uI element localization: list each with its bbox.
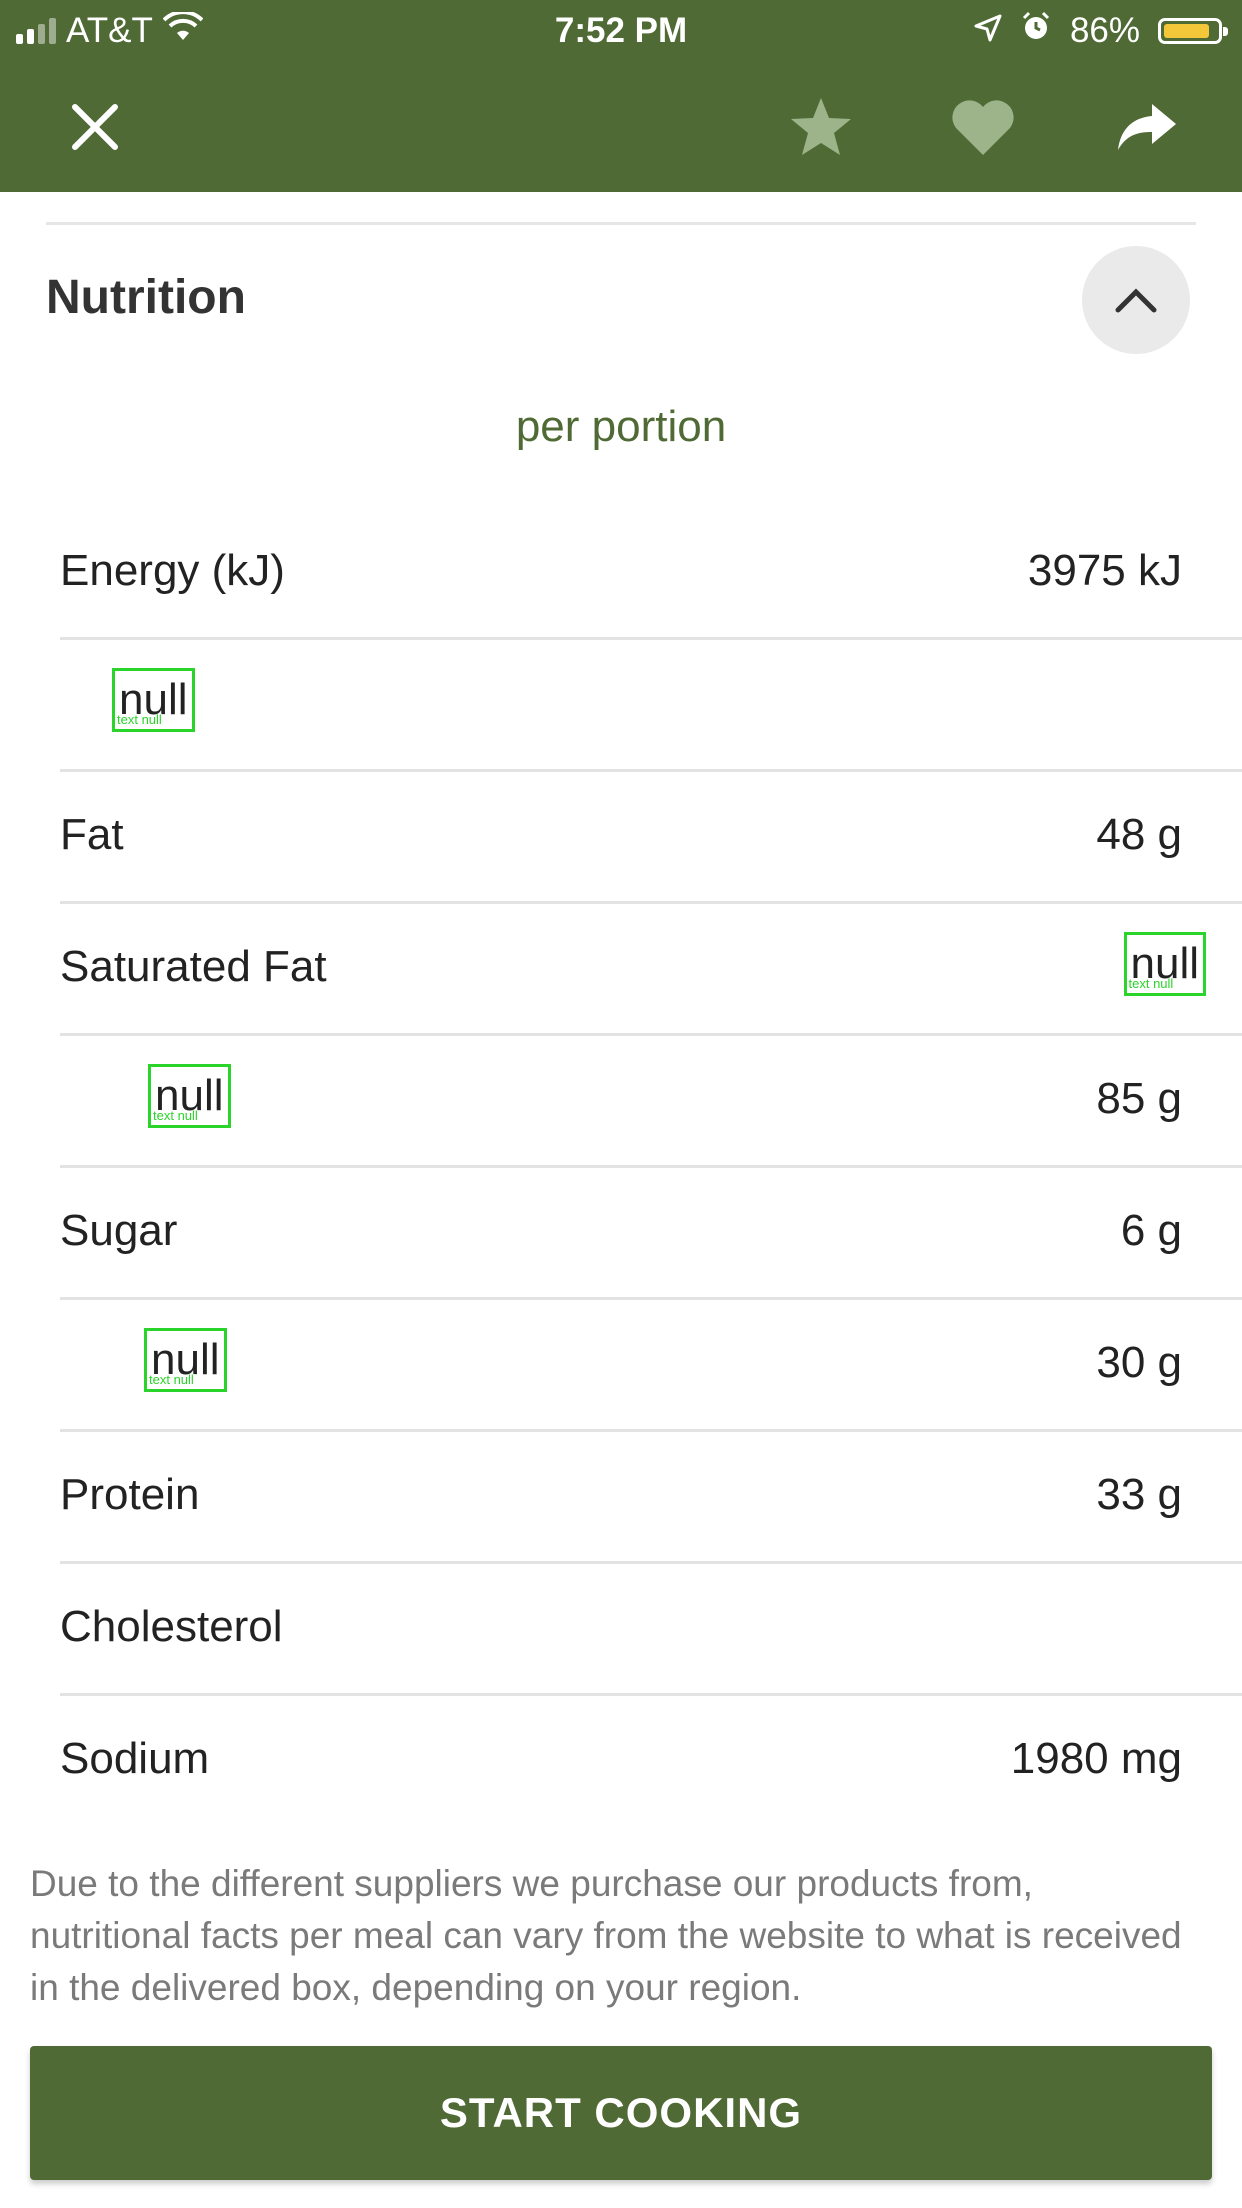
heart-icon xyxy=(952,100,1014,155)
start-cooking-label: START COOKING xyxy=(439,2089,803,2136)
nutrient-label: Energy (kJ) xyxy=(60,546,285,595)
share-button[interactable] xyxy=(1112,92,1182,162)
null-note: text null xyxy=(153,1108,198,1123)
nutrition-row: Cholesterol xyxy=(60,1564,1242,1696)
nutrient-label: Sugar xyxy=(60,1206,178,1255)
battery-percent: 86% xyxy=(1069,11,1140,50)
nutrient-label-null: null text null xyxy=(144,1328,227,1392)
nutrient-label-null: null text null xyxy=(112,668,195,732)
battery-fill xyxy=(1164,24,1209,38)
nutrition-row: Saturated Fat null text null xyxy=(60,904,1242,1036)
close-icon xyxy=(72,104,118,150)
null-note: text null xyxy=(117,712,162,727)
section-divider xyxy=(46,222,1196,225)
nutrient-label: Protein xyxy=(60,1470,200,1519)
nutrition-row: Fat 48 g xyxy=(60,772,1242,904)
per-portion-label: per portion xyxy=(515,402,727,451)
start-cooking-button[interactable]: START COOKING xyxy=(30,2046,1212,2180)
null-note: text null xyxy=(149,1372,194,1387)
nutrient-label: Saturated Fat xyxy=(60,942,327,991)
null-highlight-box: null text null xyxy=(1123,932,1206,996)
close-button[interactable] xyxy=(60,92,130,162)
rate-button[interactable] xyxy=(786,92,856,162)
status-bar: AT&T 7:52 PM 86% xyxy=(0,0,1242,62)
nutrient-value: 33 g xyxy=(1096,1470,1182,1519)
chevron-up-icon xyxy=(1115,288,1157,313)
null-highlight-box: null text null xyxy=(144,1328,227,1392)
nutrient-value: 85 g xyxy=(1096,1074,1182,1123)
nutrition-row: null text null 30 g xyxy=(60,1300,1242,1432)
nutrient-value: 30 g xyxy=(1096,1338,1182,1387)
nutrient-label: Sodium xyxy=(60,1734,210,1783)
nutrient-value-null: null text null xyxy=(1123,932,1206,996)
collapse-button[interactable] xyxy=(1082,246,1190,354)
null-highlight-box: null text null xyxy=(148,1064,231,1128)
nutrient-label-null: null text null xyxy=(148,1064,231,1128)
null-note: text null xyxy=(1128,976,1174,991)
nutrient-value: 6 g xyxy=(1120,1206,1182,1255)
nutrition-row: Sodium 1980 mg xyxy=(60,1696,1242,1828)
location-arrow-icon xyxy=(974,0,1002,62)
nutrient-value: 3975 kJ xyxy=(1027,546,1182,595)
nutrition-row: null text null xyxy=(60,640,1242,772)
favorite-button[interactable] xyxy=(948,92,1018,162)
null-highlight-box: null text null xyxy=(112,668,195,732)
battery-icon xyxy=(1158,18,1228,44)
nutrient-label: Cholesterol xyxy=(60,1602,283,1651)
nutrition-row: Energy (kJ) 3975 kJ xyxy=(60,508,1242,640)
section-title: Nutrition xyxy=(46,271,246,324)
alarm-icon xyxy=(1020,0,1052,62)
nutrition-table: Energy (kJ) 3975 kJ null text null Fat 4… xyxy=(60,508,1242,1828)
star-icon xyxy=(791,98,851,155)
share-icon xyxy=(1118,104,1176,150)
nutrient-label: Fat xyxy=(60,810,124,859)
nutrition-row: Sugar 6 g xyxy=(60,1168,1242,1300)
status-right: 86% xyxy=(974,0,1228,62)
nutrition-row: null text null 85 g xyxy=(60,1036,1242,1168)
disclaimer-text: Due to the different suppliers we purcha… xyxy=(30,1863,1182,2008)
nutrient-value: 48 g xyxy=(1096,810,1182,859)
top-bar: AT&T 7:52 PM 86% xyxy=(0,0,1242,192)
nutrient-value: 1980 mg xyxy=(1010,1734,1182,1783)
nutrition-row: Protein 33 g xyxy=(60,1432,1242,1564)
